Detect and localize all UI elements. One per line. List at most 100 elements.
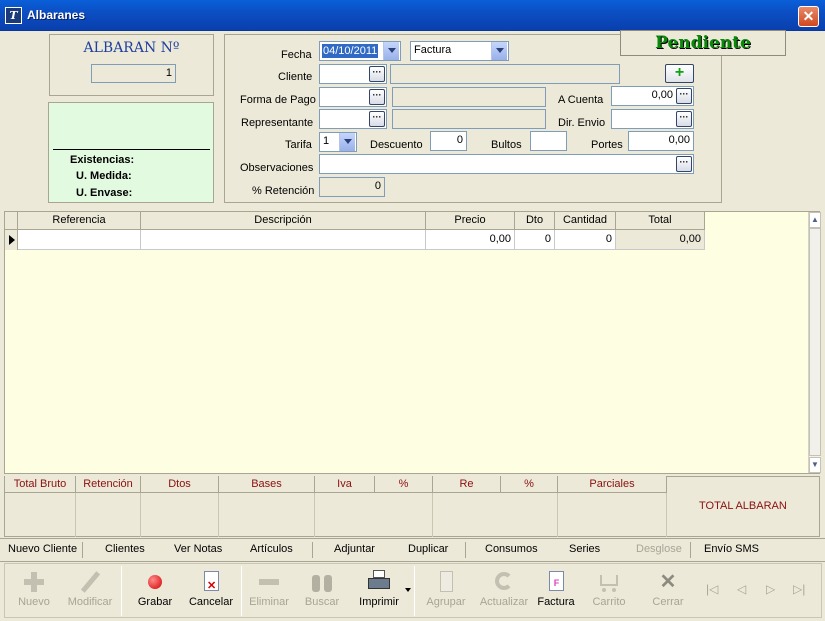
descuento-input[interactable]: 0 [430, 131, 467, 151]
factura-button[interactable]: F Factura [528, 566, 584, 616]
col-total[interactable]: Total [616, 212, 705, 230]
representante-name-field [392, 109, 546, 129]
row-pointer-icon [9, 235, 15, 245]
cancel-document-icon: ✕ [198, 570, 224, 594]
eliminar-label: Eliminar [249, 596, 289, 608]
cliente-lookup-button[interactable]: ··· [369, 66, 385, 82]
col-referencia[interactable]: Referencia [18, 212, 141, 230]
totals-col-bases: Bases [219, 476, 315, 493]
modificar-label: Modificar [67, 596, 113, 608]
app-icon: T [5, 7, 22, 24]
medida-label: U. Medida: [76, 170, 132, 182]
first-record-icon: |◁ [706, 582, 719, 596]
link-articulos[interactable]: Artículos [250, 543, 293, 555]
pencil-icon [77, 570, 103, 594]
albaran-panel: ALBARAN Nº 1 [49, 34, 214, 96]
cell-descripcion[interactable] [141, 230, 426, 250]
col-precio[interactable]: Precio [426, 212, 515, 230]
group-icon [433, 570, 459, 594]
cerrar-button: ✕ Cerrar [640, 566, 696, 616]
actualizar-label: Actualizar [479, 596, 529, 608]
col-cantidad[interactable]: Cantidad [555, 212, 616, 230]
chevron-down-icon[interactable] [383, 42, 399, 60]
imprimir-dropdown-icon[interactable] [405, 588, 411, 592]
cancelar-button[interactable]: ✕ Cancelar [183, 566, 239, 616]
fecha-input[interactable]: 04/10/2011 [319, 41, 401, 61]
retencion-field: 0 [319, 177, 385, 197]
col-descripcion[interactable]: Descripción [141, 212, 426, 230]
tarifa-select[interactable]: 1 [319, 132, 357, 152]
totals-col-retencion: Retención [76, 476, 141, 493]
actualizar-button: Actualizar [476, 566, 532, 616]
link-clientes[interactable]: Clientes [105, 543, 145, 555]
invoice-icon: F [543, 570, 569, 594]
grabar-button[interactable]: Grabar [127, 566, 183, 616]
vertical-scrollbar[interactable]: ▲ ▼ [808, 212, 821, 473]
buscar-label: Buscar [304, 596, 340, 608]
link-adjuntar[interactable]: Adjuntar [334, 543, 375, 555]
cell-referencia[interactable] [18, 230, 141, 250]
link-ver-notas[interactable]: Ver Notas [174, 543, 222, 555]
totals-parciales-value [558, 493, 667, 537]
record-icon [142, 570, 168, 594]
link-separator [690, 542, 691, 558]
cell-precio[interactable]: 0,00 [426, 230, 515, 250]
observaciones-lookup-button[interactable]: ··· [676, 156, 692, 172]
chevron-down-icon[interactable] [491, 42, 507, 60]
link-series[interactable]: Series [569, 543, 600, 555]
row-indicator[interactable] [5, 230, 18, 250]
representante-lookup-button[interactable]: ··· [369, 111, 385, 127]
eliminar-button: Eliminar [241, 566, 297, 616]
add-cliente-button[interactable]: + [665, 64, 694, 83]
forma-pago-lookup-button[interactable]: ··· [369, 89, 385, 105]
representante-label: Representante [241, 117, 314, 129]
grabar-label: Grabar [137, 596, 173, 608]
totals-re-value [433, 493, 558, 537]
title-bar [0, 0, 825, 31]
scroll-up-icon[interactable]: ▲ [809, 212, 821, 228]
albaran-label: ALBARAN Nº [83, 40, 180, 56]
close-icon: ✕ [659, 571, 677, 593]
observaciones-label: Observaciones [240, 162, 314, 174]
binoculars-icon [309, 570, 335, 594]
lines-grid[interactable]: Referencia Descripción Precio Dto Cantid… [4, 211, 821, 474]
scroll-thumb[interactable] [809, 228, 821, 456]
dir-envio-lookup-button[interactable]: ··· [676, 111, 692, 127]
total-albaran-label: TOTAL ALBARAN [699, 500, 787, 512]
a-cuenta-label: A Cuenta [558, 94, 604, 106]
last-record-icon: ▷| [793, 582, 806, 596]
chevron-down-icon[interactable] [339, 133, 355, 151]
totals-bruto-value [5, 493, 76, 537]
link-nuevo-cliente[interactable]: Nuevo Cliente [8, 543, 77, 555]
portes-input[interactable]: 0,00 [628, 131, 694, 151]
totals-bases-value [219, 493, 315, 537]
totals-col-dtos: Dtos [141, 476, 219, 493]
toolbar-separator [414, 566, 415, 616]
col-dto[interactable]: Dto [515, 212, 555, 230]
link-envio-sms[interactable]: Envío SMS [704, 543, 759, 555]
fecha-value: 04/10/2011 [322, 44, 379, 58]
link-separator [465, 542, 466, 558]
imprimir-button[interactable]: Imprimir [351, 566, 407, 616]
factura-label: Factura [537, 596, 575, 608]
scroll-down-icon[interactable]: ▼ [809, 457, 821, 473]
a-cuenta-lookup-button[interactable]: ··· [676, 88, 692, 104]
plus-icon [21, 570, 47, 594]
doc-type-select[interactable]: Factura [410, 41, 509, 61]
close-button[interactable]: ✕ [798, 6, 819, 27]
totals-col-re: Re [433, 476, 501, 493]
link-consumos[interactable]: Consumos [485, 543, 538, 555]
retencion-label: % Retención [252, 185, 315, 197]
cell-cantidad[interactable]: 0 [555, 230, 616, 250]
row-indicator-header [5, 212, 18, 230]
cell-dto[interactable]: 0 [515, 230, 555, 250]
totals-col-parciales: Parciales [558, 476, 667, 493]
bultos-input[interactable] [530, 131, 567, 151]
totals-dtos-value [141, 493, 219, 537]
refresh-icon [491, 570, 517, 594]
observaciones-input[interactable] [319, 154, 694, 174]
window-title: Albaranes [27, 8, 86, 22]
nuevo-button: Nuevo [6, 566, 62, 616]
envase-label: U. Envase: [76, 187, 133, 199]
link-duplicar[interactable]: Duplicar [408, 543, 448, 555]
